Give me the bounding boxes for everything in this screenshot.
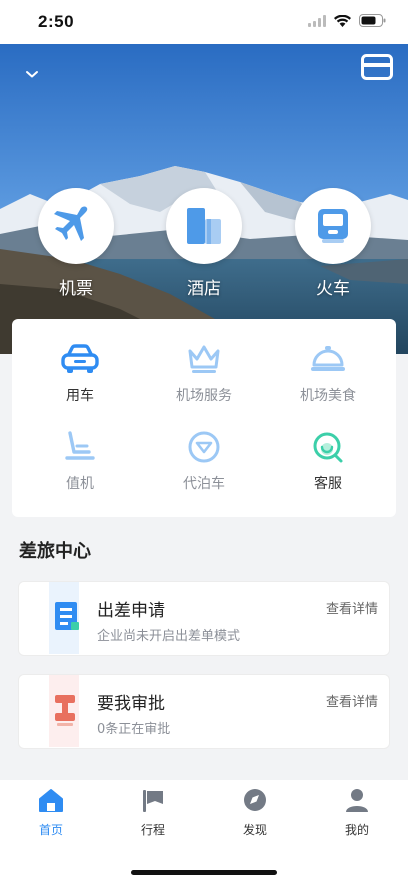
status-bar: 2:50 [0, 0, 408, 44]
status-time: 2:50 [38, 12, 75, 31]
approval-stamp-icon [49, 675, 79, 747]
trip-request-icon [49, 582, 79, 654]
hotel-label: 酒店 [187, 279, 221, 299]
airplane-icon [38, 188, 114, 264]
flight-service[interactable]: 机票 [38, 188, 114, 299]
tab-label: 我的 [344, 823, 369, 837]
crown-icon [184, 339, 224, 379]
battery-icon [359, 14, 386, 27]
tab-bar: 首页 行程 发现 我的 [0, 780, 408, 883]
hotel-service[interactable]: 酒店 [166, 188, 242, 299]
flag-icon [143, 790, 163, 812]
home-indicator [131, 870, 277, 875]
grid-item-label: 代泊车 [183, 476, 225, 492]
approval-card[interactable]: 要我审批 0条正在审批 查看详情 [18, 674, 390, 749]
hotel-building-icon [166, 188, 242, 264]
tab-label: 首页 [38, 823, 63, 837]
section-title-travel-center: 差旅中心 [19, 541, 91, 562]
grid-item-checkin[interactable]: 值机 [16, 427, 144, 493]
grid-item-airport-food[interactable]: 机场美食 [264, 339, 392, 405]
chevron-down-icon[interactable] [20, 62, 44, 86]
status-icons [308, 14, 386, 27]
train-icon [295, 188, 371, 264]
tab-itinerary[interactable]: 行程 [113, 786, 193, 838]
approval-title: 要我审批 [97, 694, 165, 714]
grid-item-label: 机场服务 [176, 388, 232, 404]
trip-request-details-link[interactable]: 查看详情 [326, 598, 378, 617]
grid-item-customer-service[interactable]: 客服 [264, 427, 392, 493]
service-grid: 用车 机场服务 机场美食 值机 代泊车 客服 [12, 319, 396, 517]
grid-item-valet[interactable]: 代泊车 [140, 427, 268, 493]
tab-label: 发现 [242, 823, 267, 837]
home-icon [39, 789, 63, 812]
grid-item-car[interactable]: 用车 [16, 339, 144, 405]
wifi-icon [334, 14, 351, 27]
grid-item-label: 客服 [314, 476, 342, 492]
signal-icon [308, 14, 326, 27]
user-icon [346, 789, 368, 812]
grid-item-label: 值机 [66, 476, 94, 492]
grid-item-airport-service[interactable]: 机场服务 [140, 339, 268, 405]
grid-item-label: 机场美食 [300, 388, 356, 404]
wallet-card-icon[interactable] [361, 54, 393, 80]
approval-details-link[interactable]: 查看详情 [326, 691, 378, 710]
tab-label: 行程 [140, 823, 165, 837]
trip-request-subtitle: 企业尚未开启出差单模式 [97, 629, 241, 644]
car-icon [60, 339, 100, 379]
seat-icon [60, 427, 100, 467]
tab-discover[interactable]: 发现 [215, 786, 295, 838]
trip-request-title: 出差申请 [97, 601, 165, 621]
tab-profile[interactable]: 我的 [317, 786, 397, 838]
valet-parking-icon [184, 427, 224, 467]
approval-status-text: 条正在审批 [105, 722, 171, 737]
train-label: 火车 [316, 279, 350, 299]
customer-service-icon [308, 427, 348, 467]
flight-label: 机票 [59, 279, 93, 299]
trip-request-card[interactable]: 出差申请 企业尚未开启出差单模式 查看详情 [18, 581, 390, 656]
approval-subtitle: 0条正在审批 [97, 718, 170, 737]
compass-icon [244, 789, 266, 811]
tab-home[interactable]: 首页 [11, 786, 91, 838]
food-cloche-icon [308, 339, 348, 379]
grid-item-label: 用车 [66, 388, 94, 404]
train-service[interactable]: 火车 [295, 188, 371, 299]
